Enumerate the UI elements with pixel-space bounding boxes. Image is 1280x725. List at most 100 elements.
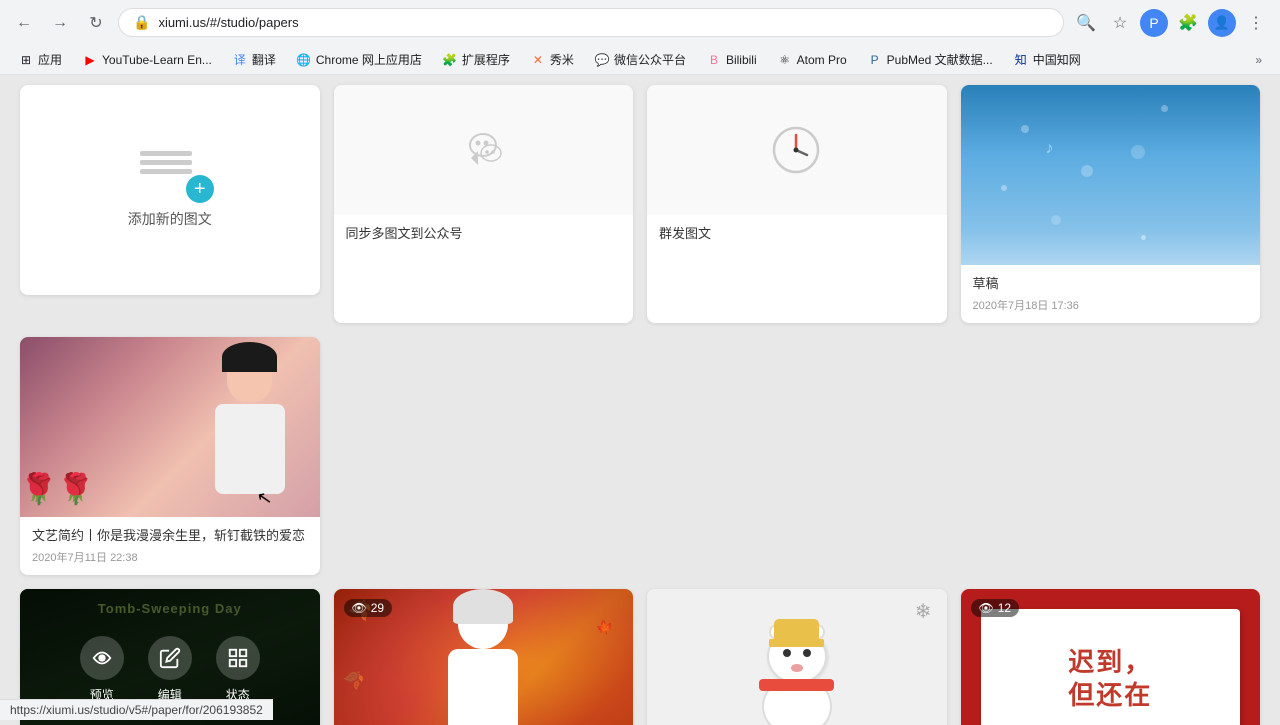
status-url: https://xiumi.us/studio/v5#/paper/for/20… xyxy=(10,703,263,717)
bookmark-cnki[interactable]: 知 中国知网 xyxy=(1005,48,1089,71)
girl-flowers-footer: 文艺简约丨你是我漫漫余生里，斩钉截铁的爱恋 2020年7月11日 22:38 xyxy=(20,517,320,575)
reload-button[interactable]: ↻ xyxy=(82,9,110,37)
translate-icon: 译 xyxy=(232,52,248,68)
bookmark-chrome-store[interactable]: 🌐 Chrome 网上应用店 xyxy=(288,48,430,71)
preview-icon xyxy=(80,636,124,680)
bubble6 xyxy=(1161,105,1168,112)
bookmarks-expand[interactable]: » xyxy=(1247,50,1270,70)
add-new-label: 添加新的图文 xyxy=(128,209,212,229)
search-button[interactable]: 🔍 xyxy=(1072,9,1100,37)
address-bar[interactable]: 🔒 xiumi.us/#/studio/papers xyxy=(118,8,1064,37)
xiumi-icon: ✕ xyxy=(530,52,546,68)
menu-button[interactable]: ⋮ xyxy=(1242,9,1270,37)
bookmark-wechat[interactable]: 💬 微信公众平台 xyxy=(586,48,694,71)
view-count-autumn: 29 xyxy=(371,601,384,615)
lock-icon: 🔒 xyxy=(133,14,150,31)
bookmark-xiumi[interactable]: ✕ 秀米 xyxy=(522,48,582,71)
view-badge-autumn: 👁 29 xyxy=(344,599,393,617)
send-card-image xyxy=(647,85,947,215)
blue-water-image: ♪ xyxy=(961,85,1261,265)
extensions-button[interactable]: 🧩 xyxy=(1174,9,1202,37)
browser-toolbar: ← → ↻ 🔒 xiumi.us/#/studio/papers 🔍 ☆ P 🧩… xyxy=(0,0,1280,45)
bookmark-atom[interactable]: ⚛ Atom Pro xyxy=(769,49,855,71)
view-count-late: 12 xyxy=(998,601,1011,615)
star-button[interactable]: ☆ xyxy=(1106,9,1134,37)
blue-water-footer: 草稿 2020年7月18日 17:36 xyxy=(961,265,1261,323)
wechat-sync-icon xyxy=(453,120,513,180)
extension-button[interactable]: P xyxy=(1140,9,1168,37)
ext-icon: 🧩 xyxy=(442,52,458,68)
bubble3 xyxy=(1001,185,1007,191)
add-icon-wrapper: + xyxy=(140,151,200,191)
view-badge-late: 👁 12 xyxy=(971,599,1020,617)
status-bar: https://xiumi.us/studio/v5#/paper/for/20… xyxy=(0,699,273,720)
card-action-buttons: 预览 编辑 xyxy=(80,636,260,703)
papers-grid: + 添加新的图文 同步 xyxy=(20,85,1260,575)
bookmark-apps[interactable]: ⊞ 应用 xyxy=(10,48,70,71)
winter-sketch-card[interactable]: ❄ xyxy=(647,589,947,725)
sync-card[interactable]: 同步多图文到公众号 xyxy=(334,85,634,323)
send-card-footer: 群发图文 xyxy=(647,215,947,253)
toolbar-icons: 🔍 ☆ P 🧩 👤 ⋮ xyxy=(1072,9,1270,37)
girl-flowers-card[interactable]: 🌹🌹 文艺简约丨你是我漫漫余生里，斩钉截铁的爱恋 2020年7月11日 22:3… xyxy=(20,337,320,575)
cnki-icon: 知 xyxy=(1013,52,1029,68)
send-card[interactable]: 群发图文 xyxy=(647,85,947,323)
forward-button[interactable]: → xyxy=(46,9,74,37)
bubble4 xyxy=(1051,215,1061,225)
apps-icon: ⊞ xyxy=(18,52,34,68)
send-card-title: 群发图文 xyxy=(659,225,935,243)
browser-chrome: ← → ↻ 🔒 xiumi.us/#/studio/papers 🔍 ☆ P 🧩… xyxy=(0,0,1280,75)
edit-icon xyxy=(148,636,192,680)
late-card-wrapper: 👁 12 迟到， 但还在 xyxy=(961,589,1261,725)
bubble1 xyxy=(1021,125,1029,133)
youtube-icon: ▶ xyxy=(82,52,98,68)
blue-water-title: 草稿 xyxy=(973,275,1249,293)
bubble2 xyxy=(1081,165,1093,177)
edit-action[interactable]: 编辑 xyxy=(148,636,192,703)
status-action[interactable]: 状态 xyxy=(216,636,260,703)
bubble5 xyxy=(1131,145,1145,159)
music-dot: ♪ xyxy=(1046,140,1054,158)
blue-water-card[interactable]: ♪ 草稿 2020年7月18日 17:36 xyxy=(961,85,1261,323)
bookmark-youtube[interactable]: ▶ YouTube-Learn En... xyxy=(74,49,220,71)
back-button[interactable]: ← xyxy=(10,9,38,37)
bookmark-extensions[interactable]: 🧩 扩展程序 xyxy=(434,48,518,71)
girl-flowers-image: 🌹🌹 xyxy=(20,337,320,517)
sync-card-image xyxy=(334,85,634,215)
bookmark-pubmed[interactable]: P PubMed 文献数据... xyxy=(859,48,1001,71)
status-icon xyxy=(216,636,260,680)
plus-icon: + xyxy=(186,175,214,203)
clock-icon xyxy=(769,123,824,178)
bubble7 xyxy=(1141,235,1146,240)
bookmarks-bar: ⊞ 应用 ▶ YouTube-Learn En... 译 翻译 🌐 Chrome… xyxy=(0,45,1280,75)
url-text: xiumi.us/#/studio/papers xyxy=(158,15,298,30)
chrome-icon: 🌐 xyxy=(296,52,312,68)
autumn-red-wrapper: 👁 29 🍂 xyxy=(334,589,634,725)
main-content: + 添加新的图文 同步 xyxy=(0,75,1280,725)
snowflake-icon: ❄ xyxy=(915,599,932,624)
bookmark-translate[interactable]: 译 翻译 xyxy=(224,48,284,71)
pubmed-icon: P xyxy=(867,52,883,68)
winter-sketch-image: ❄ xyxy=(647,589,947,725)
preview-action[interactable]: 预览 xyxy=(80,636,124,703)
figure xyxy=(200,347,300,507)
wechat-icon: 💬 xyxy=(594,52,610,68)
polar-bear xyxy=(737,619,857,725)
eye-icon-late: 👁 xyxy=(979,601,994,615)
late-card[interactable]: 👁 12 迟到， 但还在 草稿 2020年2月9日 22:17 xyxy=(961,589,1261,725)
autumn-red-card[interactable]: 👁 29 🍂 xyxy=(334,589,634,725)
girl-flowers-date: 2020年7月11日 22:38 xyxy=(32,549,308,565)
bookmark-bilibili[interactable]: B Bilibili xyxy=(698,49,765,71)
hooded-figure xyxy=(433,599,533,725)
girl-flowers-title: 文艺简约丨你是我漫漫余生里，斩钉截铁的爱恋 xyxy=(32,527,308,545)
blue-water-date: 2020年7月18日 17:36 xyxy=(973,297,1249,313)
winter-sketch-wrapper: ❄ xyxy=(647,589,947,725)
add-new-card[interactable]: + 添加新的图文 xyxy=(20,85,320,295)
profile-button[interactable]: 👤 xyxy=(1208,9,1236,37)
bilibili-icon: B xyxy=(706,52,722,68)
flowers-icon: 🌹🌹 xyxy=(20,472,95,507)
late-card-paper: 迟到， 但还在 xyxy=(981,609,1241,725)
eye-icon-autumn: 👁 xyxy=(352,601,367,615)
sync-card-title: 同步多图文到公众号 xyxy=(346,225,622,243)
late-text: 迟到， 但还在 xyxy=(1068,646,1152,714)
